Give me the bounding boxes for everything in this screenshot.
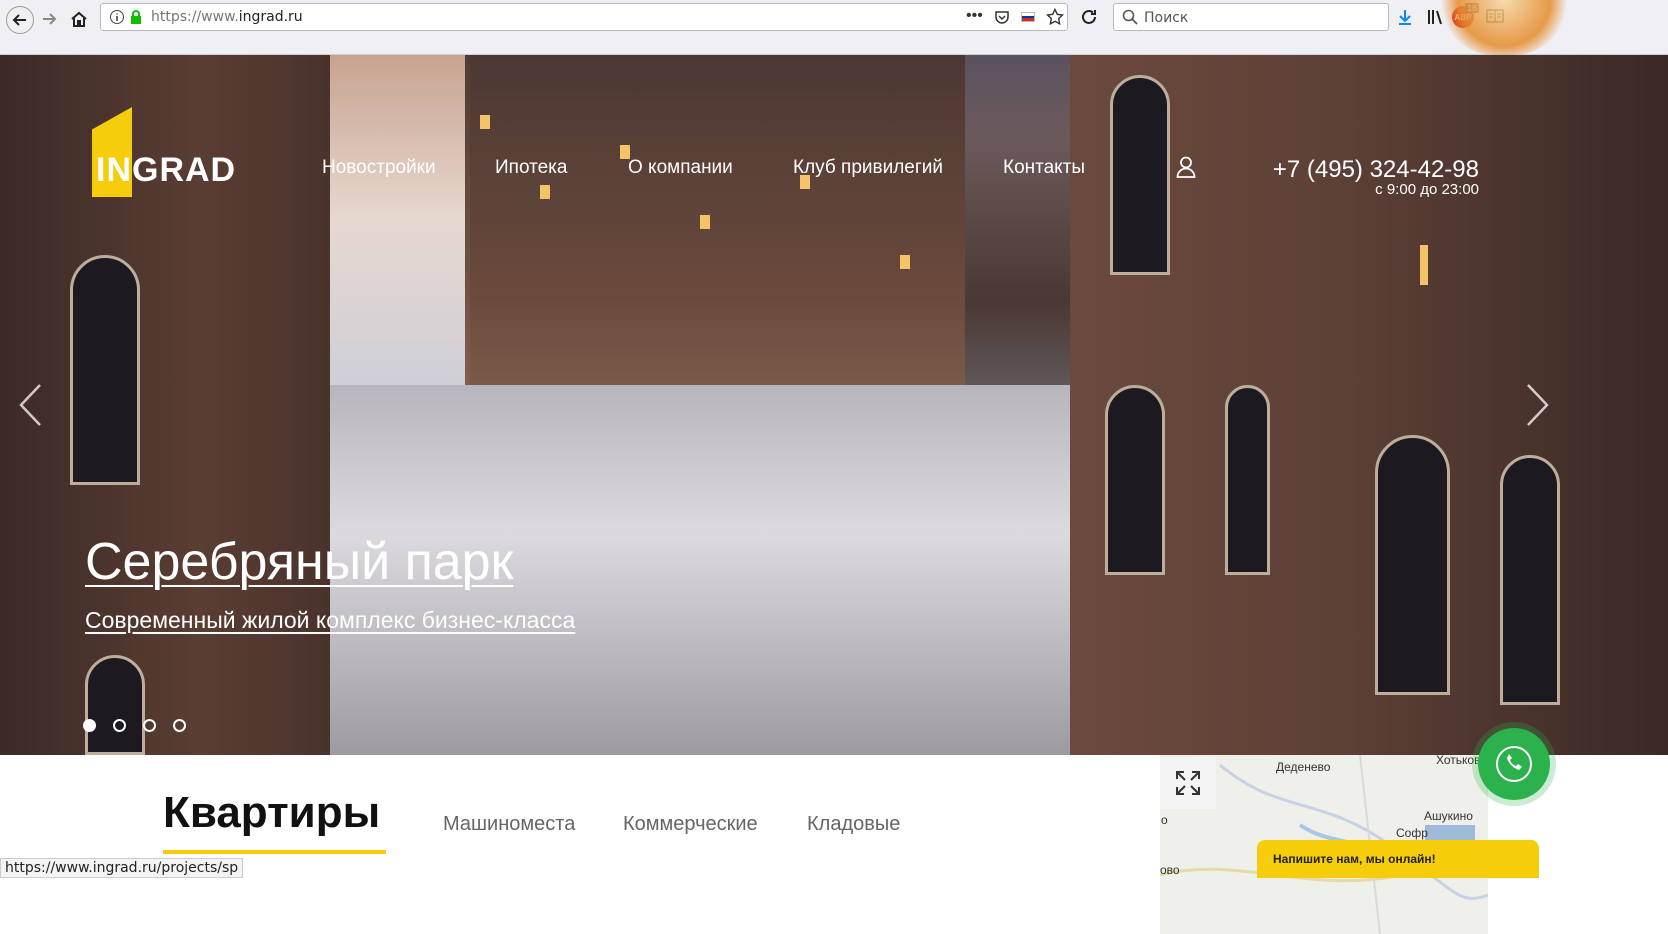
header-phone[interactable]: +7 (495) 324-42-98 [1273,156,1479,184]
nav-item-ipoteka[interactable]: Ипотека [495,157,567,179]
forward-button[interactable] [38,8,60,30]
lit-window [480,115,490,129]
search-bar[interactable]: Поиск [1113,3,1389,31]
map-expand-button[interactable] [1160,757,1216,809]
hero-window [1500,455,1560,705]
hero-subtitle[interactable]: Современный жилой комплекс бизнес-класса [85,607,575,634]
hero-window [1105,385,1165,575]
tab-apartments[interactable]: Квартиры [163,788,380,838]
nav-item-about[interactable]: О компании [628,157,733,179]
address-bar[interactable]: https://www.ingrad.ru ••• [100,3,1068,31]
status-bar-url: https://www.ingrad.ru/projects/sp [0,858,244,878]
hero-window [85,655,145,755]
lit-window [700,215,710,229]
tab-active-underline [163,850,386,854]
page-actions-icon[interactable]: ••• [966,7,983,25]
hero-title[interactable]: Серебряный парк [85,532,513,592]
lit-window [900,255,910,269]
lock-icon [129,9,143,30]
search-placeholder: Поиск [1144,10,1189,26]
hero-window [70,255,140,485]
slider-prev-arrow-icon[interactable] [18,383,42,432]
nav-item-contacts[interactable]: Контакты [1003,157,1085,179]
tab-storage[interactable]: Кладовые [807,813,900,836]
forward-arrow-icon [43,13,57,25]
expand-icon [1176,771,1200,795]
lit-window [540,185,550,199]
map-label: о [1161,813,1168,827]
slider-dot-3[interactable] [143,719,156,732]
hero-window [1375,435,1450,695]
download-icon[interactable] [1396,8,1414,26]
reload-button[interactable] [1078,6,1100,28]
tab-commercial[interactable]: Коммерческие [623,813,758,836]
user-account-icon[interactable] [1176,156,1196,183]
theme-decoration [1440,0,1568,55]
pocket-icon[interactable] [994,9,1010,30]
logo-text: INGRAD [96,151,237,189]
home-button[interactable] [68,8,90,30]
back-arrow-icon [12,14,26,26]
header-hours: с 9:00 до 23:00 [1375,181,1479,198]
chat-label: Напишите нам, мы онлайн! [1273,852,1436,866]
hero-window [1110,75,1170,275]
language-flag-icon[interactable] [1021,12,1035,22]
url-text: https://www.ingrad.ru [151,9,303,25]
hero-building-center [465,55,965,385]
map-label: Ашукино [1424,809,1473,823]
tab-parking[interactable]: Машиноместа [443,813,575,836]
url-protocol: https://www. [151,9,239,25]
browser-toolbar: https://www.ingrad.ru ••• Поиск ABP 16 [0,0,1668,55]
hero-sky [330,55,470,385]
slider-dot-2[interactable] [113,719,126,732]
slider-dot-4[interactable] [173,719,186,732]
url-domain: ingrad.ru [238,9,303,25]
map-label: ово [1160,863,1180,877]
slider-dot-1[interactable] [83,719,96,732]
callback-button[interactable] [1478,728,1550,800]
map-label: Софр [1396,826,1428,840]
online-chat-bar[interactable]: Напишите нам, мы онлайн! [1257,840,1539,878]
nav-item-privilege-club[interactable]: Клуб привилегий [793,157,943,179]
nav-item-novostroyki[interactable]: Новостройки [322,157,436,179]
phone-icon [1496,746,1532,782]
bookmark-star-icon[interactable] [1045,7,1065,31]
map-label: Деденево [1276,760,1331,774]
slider-next-arrow-icon[interactable] [1526,383,1550,432]
reload-icon [1082,9,1096,24]
info-icon[interactable] [109,9,125,30]
hero-window [1225,385,1270,575]
lit-window [1420,245,1428,285]
back-button[interactable] [6,6,34,34]
home-icon [71,11,87,27]
search-icon [1122,9,1138,30]
